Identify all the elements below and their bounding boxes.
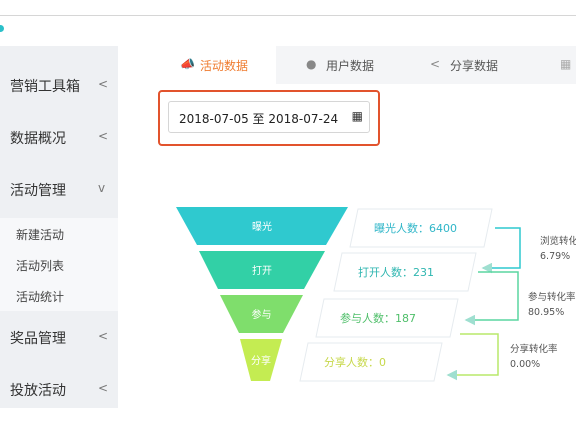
conversion-label: 浏览转化 [540, 235, 576, 247]
funnel-stage-label: 参与人数：187 [340, 311, 416, 325]
conversion-value: 6.79% [540, 251, 570, 262]
conversion-value: 0.00% [510, 359, 540, 370]
funnel-stage-name: 参与 [252, 308, 272, 321]
conversion-value: 80.95% [528, 307, 564, 318]
conversion-label: 分享转化率 [510, 343, 558, 355]
conversion-label: 参与转化率 [528, 291, 576, 303]
funnel-stage-label: 曝光人数：6400 [374, 221, 457, 235]
funnel-stage-name: 打开 [252, 264, 272, 277]
funnel-stage-label: 打开人数：231 [358, 265, 434, 279]
funnel-stage-label: 分享人数：0 [324, 355, 386, 369]
footer-blank [0, 408, 576, 432]
conversion-bracket [464, 271, 519, 326]
funnel-stage-name: 曝光 [252, 220, 272, 233]
conversion-bracket [446, 333, 499, 381]
funnel-stage-name: 分享 [251, 354, 271, 367]
funnel-chart: 曝光 曝光人数：6400 打开 打开人数：231 参与 参与人数：187 分享 分享人数：0 浏… [176, 207, 576, 382]
conversion-bracket [481, 227, 521, 274]
